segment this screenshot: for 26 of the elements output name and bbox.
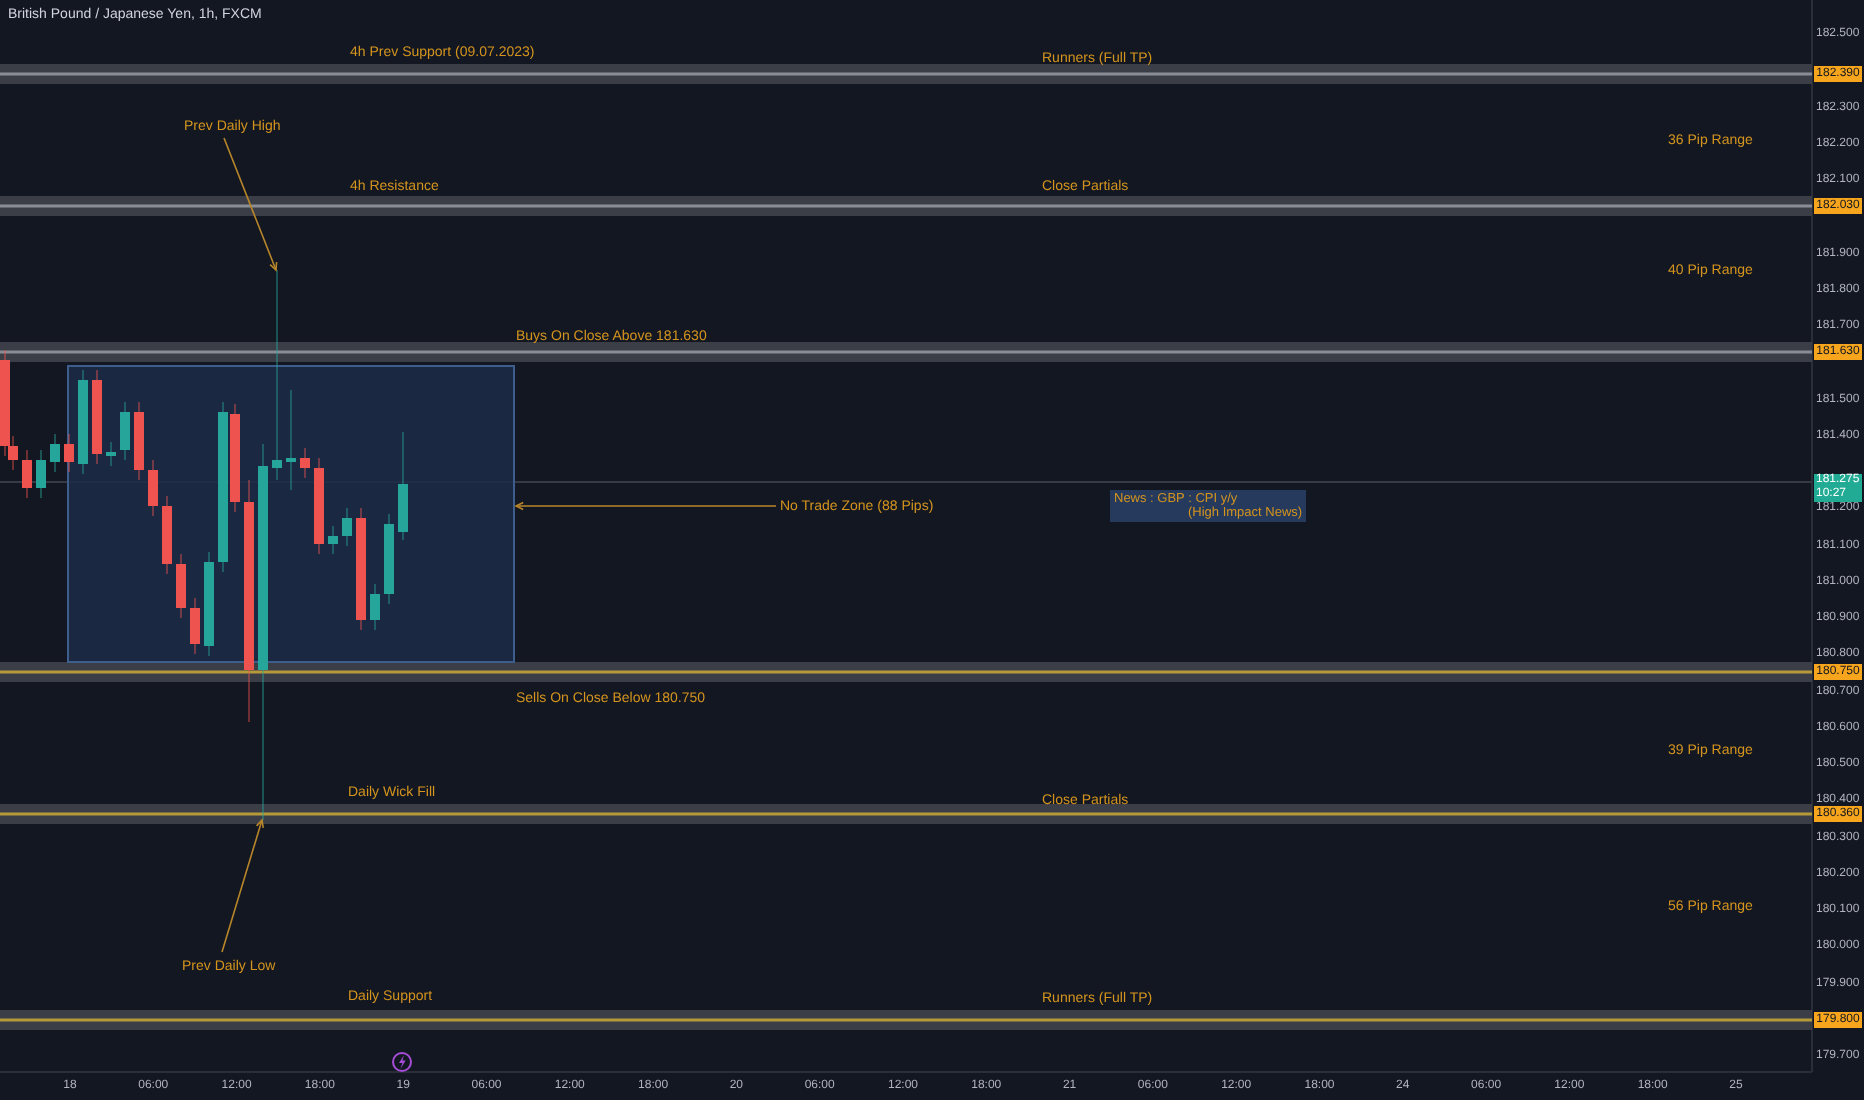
lightning-icon[interactable] [392, 1052, 412, 1072]
pointer-arrow [223, 137, 278, 272]
candlestick [328, 525, 338, 555]
candlestick [176, 553, 186, 619]
candlestick [120, 401, 130, 461]
candlestick [370, 583, 380, 631]
candlestick [398, 431, 408, 541]
pointer-arrow [221, 818, 265, 953]
candlestick [78, 369, 88, 475]
candlestick [148, 459, 158, 517]
candlestick [190, 597, 200, 655]
candlestick [204, 551, 214, 657]
candlestick [22, 449, 32, 499]
candlestick [384, 513, 394, 605]
candlestick [314, 457, 324, 555]
candlestick [92, 369, 102, 465]
candlestick [36, 449, 46, 499]
candlestick [286, 389, 296, 491]
candlestick [342, 507, 352, 547]
candlestick [300, 447, 310, 479]
candlestick [356, 507, 366, 631]
candlestick [64, 433, 74, 473]
candlestick [50, 433, 60, 473]
candlestick [106, 441, 116, 467]
candlestick [134, 401, 144, 481]
candlestick [162, 495, 172, 575]
